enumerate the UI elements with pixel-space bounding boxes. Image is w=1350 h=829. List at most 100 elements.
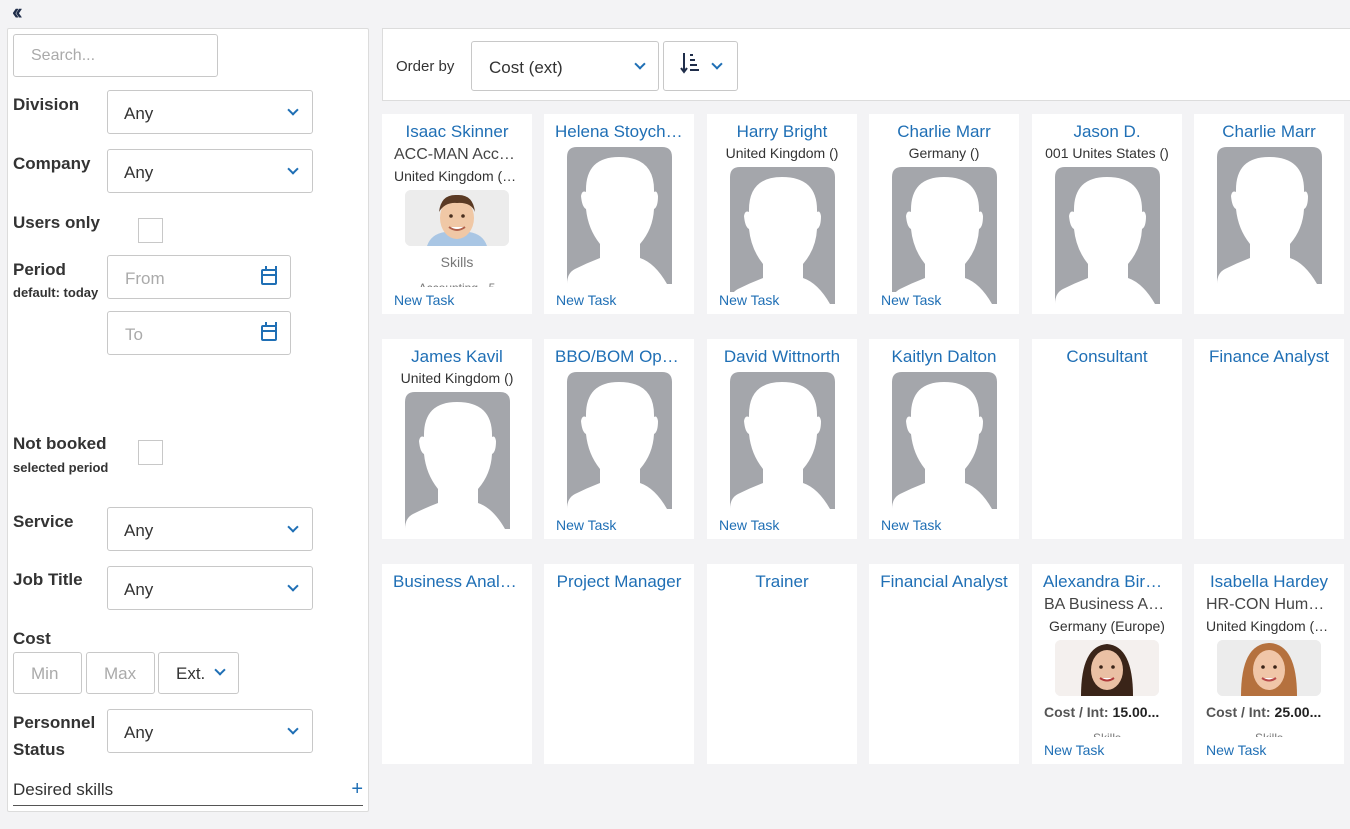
- to-placeholder: To: [125, 325, 143, 344]
- skills-label: Skills: [1032, 731, 1182, 737]
- order-by-value: Cost (ext): [489, 58, 563, 77]
- new-task-link[interactable]: New Task: [719, 517, 780, 533]
- chevron-down-icon: [287, 723, 299, 735]
- resource-card[interactable]: Harry Bright United Kingdom () New Task: [707, 114, 857, 314]
- resource-name[interactable]: James Kavil: [382, 347, 532, 367]
- max-placeholder: Max: [104, 664, 137, 683]
- avatar-placeholder-icon: [1217, 147, 1322, 284]
- resource-card[interactable]: Kaitlyn Dalton New Task: [869, 339, 1019, 539]
- resource-title: BA Business Analyst: [1044, 596, 1182, 613]
- resource-name[interactable]: Financial Analyst: [869, 572, 1019, 592]
- order-toolbar: Order by Cost (ext): [382, 28, 1350, 101]
- service-select[interactable]: Any: [107, 507, 313, 551]
- new-task-link[interactable]: New Task: [1044, 742, 1105, 758]
- chevron-down-icon: [214, 664, 226, 676]
- cost-max-input[interactable]: Max: [86, 652, 155, 694]
- users-only-label: Users only: [13, 213, 100, 232]
- filter-sidebar: Division Any Company Any Users only Peri…: [7, 28, 369, 812]
- resource-card[interactable]: Finance Analyst: [1194, 339, 1344, 539]
- avatar: [1055, 640, 1159, 696]
- cost-min-input[interactable]: Min: [13, 652, 82, 694]
- resource-name[interactable]: Charlie Marr: [1194, 122, 1344, 142]
- resource-name[interactable]: BBO/BOM Operator: [544, 347, 694, 367]
- desired-skills-field[interactable]: Desired skills +: [13, 778, 363, 806]
- resource-name[interactable]: Business Analyst: [382, 572, 532, 592]
- resource-title: ACC-MAN Accounting Manager: [394, 146, 532, 163]
- resource-name[interactable]: Project Manager: [544, 572, 694, 592]
- personnel-status-select[interactable]: Any: [107, 709, 313, 753]
- resource-location: United Kingdom (): [400, 370, 514, 386]
- add-skill-icon[interactable]: +: [351, 778, 363, 801]
- resource-card[interactable]: David Wittnorth New Task: [707, 339, 857, 539]
- resource-name[interactable]: Charlie Marr: [869, 122, 1019, 142]
- resource-card[interactable]: Isaac Skinner ACC-MAN Accounting Manager…: [382, 114, 532, 314]
- period-to-input[interactable]: To: [107, 311, 291, 355]
- job-title-select[interactable]: Any: [107, 566, 313, 610]
- job-title-value: Any: [124, 580, 154, 599]
- cost-type-select[interactable]: Ext.: [158, 652, 239, 694]
- new-task-link[interactable]: New Task: [394, 292, 455, 308]
- resource-location: United Kingdom (Europe): [1206, 618, 1344, 634]
- resource-card[interactable]: Project Manager: [544, 564, 694, 764]
- cost-info: Cost / Int: 15.00...: [1044, 704, 1159, 720]
- resource-card[interactable]: Consultant: [1032, 339, 1182, 539]
- not-booked-checkbox[interactable]: [138, 440, 163, 465]
- resource-name[interactable]: Harry Bright: [707, 122, 857, 142]
- resource-location: Germany (): [908, 145, 980, 161]
- new-task-link[interactable]: New Task: [556, 292, 617, 308]
- resource-name[interactable]: Alexandra Birnbaum: [1032, 572, 1182, 592]
- avatar-placeholder-icon: [730, 167, 835, 304]
- resource-card[interactable]: Isabella Hardey HR-CON Human Resources C…: [1194, 564, 1344, 764]
- new-task-link[interactable]: New Task: [881, 292, 942, 308]
- order-by-select[interactable]: Cost (ext): [471, 41, 659, 91]
- resource-name[interactable]: David Wittnorth: [707, 347, 857, 367]
- resource-location: Germany (Europe): [1049, 618, 1165, 634]
- resource-location: United Kingdom (): [725, 145, 839, 161]
- resource-name[interactable]: Trainer: [707, 572, 857, 592]
- search-input[interactable]: [13, 34, 218, 77]
- calendar-icon[interactable]: [261, 266, 277, 285]
- resource-card[interactable]: Financial Analyst: [869, 564, 1019, 764]
- chevron-down-icon: [634, 58, 646, 70]
- resource-name[interactable]: Kaitlyn Dalton: [869, 347, 1019, 367]
- not-booked-note: selected period: [13, 460, 109, 475]
- period-from-input[interactable]: From: [107, 255, 291, 299]
- skill-item: Accounting - 5: [382, 281, 532, 287]
- resource-card[interactable]: Trainer: [707, 564, 857, 764]
- resource-name[interactable]: Isabella Hardey: [1194, 572, 1344, 592]
- chevron-down-icon: [711, 58, 723, 70]
- sort-direction-button[interactable]: [663, 41, 738, 91]
- chevron-down-icon: [287, 104, 299, 116]
- resource-card[interactable]: Alexandra Birnbaum BA Business Analyst G…: [1032, 564, 1182, 764]
- avatar-placeholder-icon: [892, 167, 997, 304]
- calendar-icon[interactable]: [261, 322, 277, 341]
- resource-card[interactable]: BBO/BOM Operator New Task: [544, 339, 694, 539]
- users-only-checkbox[interactable]: [138, 218, 163, 243]
- resource-name[interactable]: Jason D.: [1032, 122, 1182, 142]
- min-placeholder: Min: [31, 664, 59, 683]
- resource-name[interactable]: Finance Analyst: [1194, 347, 1344, 367]
- personnel-status-label: Personnel: [13, 713, 96, 732]
- new-task-link[interactable]: New Task: [556, 517, 617, 533]
- new-task-link[interactable]: New Task: [881, 517, 942, 533]
- company-select[interactable]: Any: [107, 149, 313, 193]
- avatar-placeholder-icon: [730, 372, 835, 509]
- resource-card[interactable]: Business Analyst: [382, 564, 532, 764]
- resource-card[interactable]: Charlie Marr: [1194, 114, 1344, 314]
- cost-info: Cost / Int: 25.00...: [1206, 704, 1321, 720]
- resource-card[interactable]: James Kavil United Kingdom (): [382, 339, 532, 539]
- resource-card[interactable]: Helena Stoychev New Task: [544, 114, 694, 314]
- avatar-placeholder-icon: [892, 372, 997, 509]
- new-task-link[interactable]: New Task: [1206, 742, 1267, 758]
- cost-label: Cost: [13, 629, 51, 648]
- cost-value: 15.00...: [1112, 704, 1160, 720]
- resource-name[interactable]: Isaac Skinner: [382, 122, 532, 142]
- resource-card[interactable]: Jason D. 001 Unites States (): [1032, 114, 1182, 314]
- collapse-sidebar-icon[interactable]: ‹‹: [12, 1, 34, 23]
- skills-label: Skills: [440, 254, 474, 270]
- resource-name[interactable]: Helena Stoychev: [544, 122, 694, 142]
- division-select[interactable]: Any: [107, 90, 313, 134]
- new-task-link[interactable]: New Task: [719, 292, 780, 308]
- resource-card[interactable]: Charlie Marr Germany () New Task: [869, 114, 1019, 314]
- resource-name[interactable]: Consultant: [1032, 347, 1182, 367]
